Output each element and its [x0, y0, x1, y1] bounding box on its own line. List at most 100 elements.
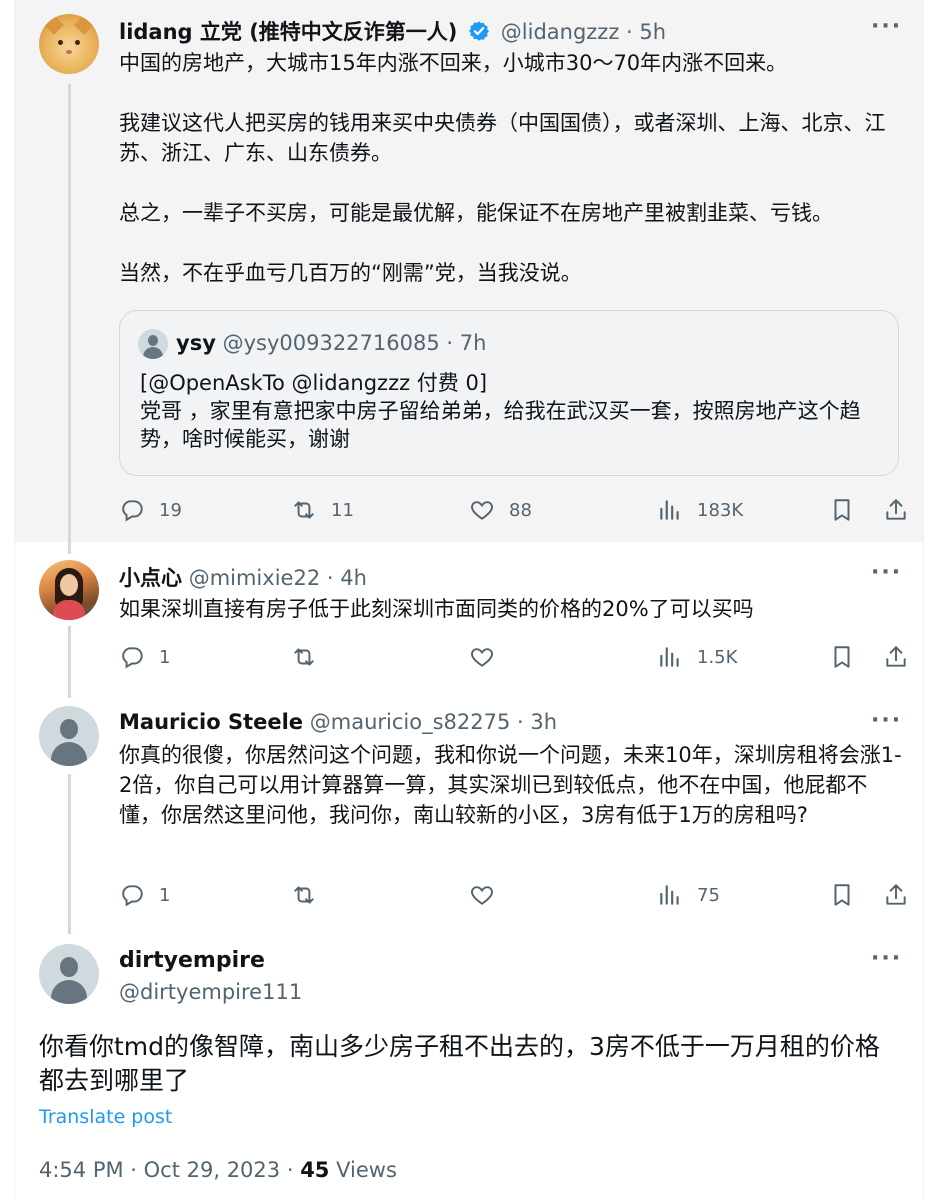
post-paragraph: 当然，不在乎血亏几百万的“刚需”党，当我没说。 — [119, 261, 582, 285]
reply-icon — [122, 500, 143, 522]
repost-icon — [294, 648, 314, 666]
quoted-post-time: 7h — [459, 331, 487, 355]
post-time[interactable]: 3h — [530, 710, 557, 734]
author-handle[interactable]: @mauricio_s82275 — [310, 710, 511, 734]
share-icon — [886, 499, 906, 520]
author-name[interactable]: 小点心 — [119, 566, 182, 590]
separator: · — [280, 1158, 301, 1182]
quoted-post[interactable]: ysy @ysy009322716085 · 7h [@OpenAskTo @l… — [119, 310, 899, 476]
avatar[interactable] — [39, 560, 99, 620]
reply-text: 你真的很傻，你居然问这个问题，我和你说一个问题，未来10年，深圳房租将会涨1-2… — [119, 743, 902, 827]
avatar[interactable] — [39, 14, 99, 74]
author-handle[interactable]: @lidangzzz — [501, 20, 620, 44]
like-count: 88 — [509, 499, 532, 521]
author-name[interactable]: Mauricio Steele — [119, 710, 303, 734]
repost-button[interactable]: 11 — [291, 493, 354, 527]
bookmark-button[interactable] — [829, 493, 855, 527]
post-author-line: lidang 立党 (推特中文反诈第一人) @lidangzzz · 5h — [119, 16, 666, 47]
separator: · — [510, 710, 531, 734]
views-button[interactable]: 183K — [657, 493, 743, 527]
heart-icon — [471, 886, 493, 905]
bookmark-icon — [834, 646, 850, 668]
separator: · — [439, 331, 460, 355]
post-actions: 1 1.5K — [119, 640, 909, 674]
reply-author-line: 小点心 @mimixie22 · 4h — [119, 562, 367, 592]
bookmark-icon — [834, 884, 850, 906]
thread-line — [68, 626, 71, 698]
more-options-icon[interactable]: ··· — [871, 14, 902, 39]
post-text: 中国的房地产，大城市15年内涨不回来，小城市30～70年内涨不回来。 我建议这代… — [119, 48, 909, 288]
reply-author-line: Mauricio Steele @mauricio_s82275 · 3h — [119, 710, 557, 734]
separator: · — [320, 566, 341, 590]
post-paragraph: 总之，一辈子不买房，可能是最优解，能保证不在房地产里被割韭菜、亏钱。 — [119, 201, 833, 225]
views-label: Views — [336, 1158, 397, 1182]
repost-icon — [294, 886, 314, 904]
avatar[interactable] — [39, 944, 99, 1004]
views-count: 1.5K — [697, 646, 738, 668]
share-button[interactable] — [883, 878, 909, 912]
post-meta: 4:54 PM · Oct 29, 2023 · 45 Views — [39, 1158, 397, 1182]
verified-badge-icon — [468, 20, 490, 47]
quoted-author-line: ysy @ysy009322716085 · 7h — [176, 331, 486, 355]
quoted-line: 党哥 ，家里有意把家中房子留给弟弟，给我在武汉买一套，按照房地产这个趋势，啥时候… — [140, 399, 861, 451]
like-button[interactable] — [469, 640, 495, 674]
author-handle[interactable]: @dirtyempire111 — [119, 980, 302, 1004]
post-actions: 19 11 88 183K — [119, 493, 909, 527]
quoted-post-text: [@OpenAskTo @lidangzzz 付费 0] 党哥 ，家里有意把家中… — [140, 369, 880, 453]
heart-icon — [471, 648, 493, 667]
like-button[interactable] — [469, 878, 495, 912]
views-count: 183K — [697, 499, 744, 521]
post-paragraph: 我建议这代人把买房的钱用来买中央债券（中国国债），或者深圳、上海、北京、江苏、浙… — [119, 111, 886, 165]
thread-line — [68, 84, 71, 554]
views-count: 45 — [300, 1158, 330, 1182]
post-actions: 1 75 — [119, 878, 909, 912]
reply-count: 19 — [159, 499, 182, 521]
bookmark-button[interactable] — [829, 878, 855, 912]
reply-icon — [122, 885, 143, 907]
author-name[interactable]: dirtyempire — [119, 948, 265, 973]
more-options-icon[interactable]: ··· — [871, 708, 902, 733]
avatar[interactable] — [39, 706, 99, 766]
repost-icon — [294, 501, 314, 519]
more-options-icon[interactable]: ··· — [871, 560, 902, 585]
share-button[interactable] — [883, 640, 909, 674]
reply-button[interactable]: 19 — [119, 493, 182, 527]
reply-count: 1 — [159, 646, 171, 668]
quoted-line: [@OpenAskTo @lidangzzz 付费 0] — [140, 371, 488, 395]
views-button[interactable]: 1.5K — [657, 640, 737, 674]
post-time[interactable]: 5h — [639, 20, 666, 44]
quoted-author-handle: @ysy009322716085 — [222, 331, 440, 355]
avatar — [138, 329, 168, 359]
share-icon — [886, 884, 906, 905]
post-text: 你看你tmd的像智障，南山多少房子租不出去的，3房不低于一万月租的价格都去到哪里… — [39, 1032, 880, 1095]
translate-post-link[interactable]: Translate post — [39, 1106, 172, 1128]
more-options-icon[interactable]: ··· — [871, 946, 902, 971]
reply-icon — [122, 647, 143, 669]
analytics-icon — [660, 885, 679, 905]
analytics-icon — [660, 500, 679, 520]
author-handle[interactable]: @mimixie22 — [189, 566, 321, 590]
views-button[interactable]: 75 — [657, 878, 720, 912]
post-paragraph: 中国的房地产，大城市15年内涨不回来，小城市30～70年内涨不回来。 — [119, 51, 788, 75]
heart-icon — [471, 501, 493, 520]
like-button[interactable]: 88 — [469, 493, 532, 527]
thread-container: lidang 立党 (推特中文反诈第一人) @lidangzzz · 5h ··… — [14, 0, 924, 1200]
repost-count: 11 — [331, 499, 354, 521]
thread-line — [68, 774, 71, 934]
separator: · — [619, 20, 640, 44]
share-icon — [886, 646, 906, 667]
reply-button[interactable]: 1 — [119, 640, 170, 674]
post-timestamp[interactable]: 4:54 PM · Oct 29, 2023 — [39, 1158, 280, 1182]
share-button[interactable] — [883, 493, 909, 527]
post-time[interactable]: 4h — [340, 566, 367, 590]
analytics-icon — [660, 647, 679, 667]
views-count: 75 — [697, 884, 720, 906]
bookmark-button[interactable] — [829, 640, 855, 674]
reply-text: 如果深圳直接有房子低于此刻深圳市面同类的价格的20%了可以买吗 — [119, 597, 754, 621]
repost-button[interactable] — [291, 640, 317, 674]
repost-button[interactable] — [291, 878, 317, 912]
reply-count: 1 — [159, 884, 171, 906]
author-name[interactable]: lidang 立党 (推特中文反诈第一人) — [119, 20, 457, 44]
reply-button[interactable]: 1 — [119, 878, 170, 912]
bookmark-icon — [834, 499, 850, 521]
